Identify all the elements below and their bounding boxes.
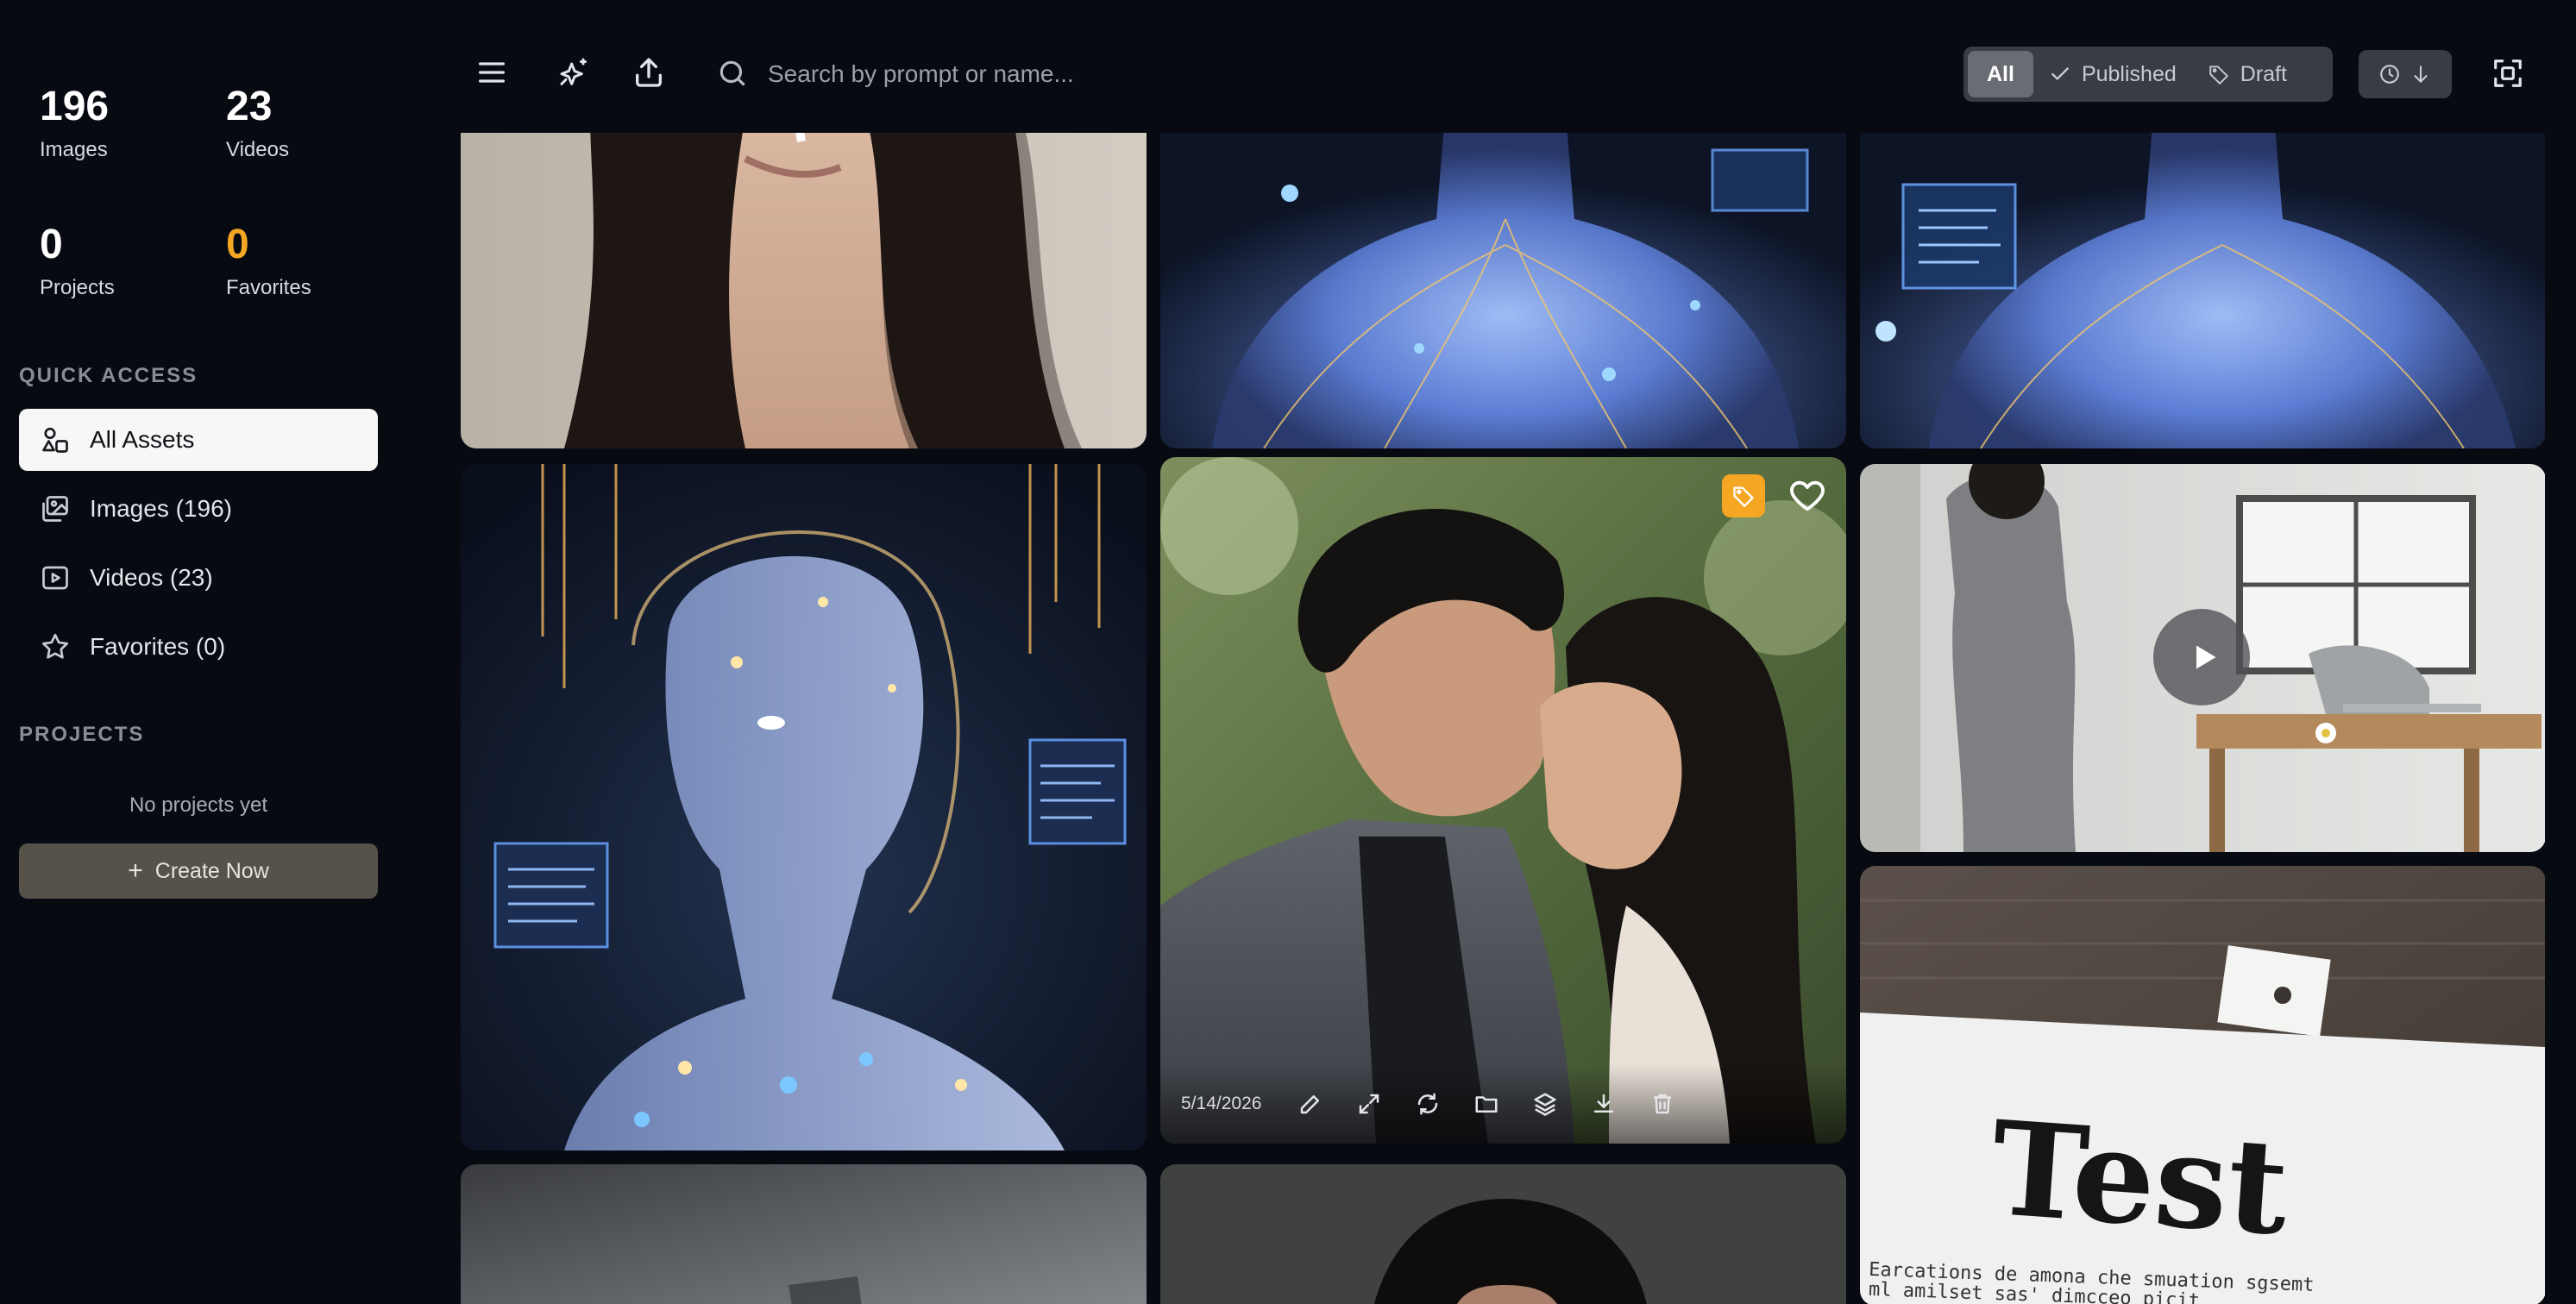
images-icon [40,493,71,524]
svg-text:Test: Test [1987,1093,2293,1265]
upload-icon[interactable] [631,55,666,90]
asset-tile[interactable] [1160,1164,1846,1304]
crystal-woman-image [461,464,1147,1150]
asset-tile[interactable] [461,1164,1147,1304]
folder-icon[interactable] [1473,1091,1499,1117]
trash-icon[interactable] [1649,1091,1675,1117]
stat-favorites-value: 0 [226,222,249,267]
shapes-icon [40,424,71,455]
menu-icon[interactable] [474,55,509,90]
status-filter-group: All Published Draft [1963,47,2333,102]
stat-favorites: 0 Favorites [226,224,311,300]
gray-gradient-image [461,1164,1147,1304]
toolbar: All Published Draft [461,0,2576,133]
check-icon [2049,63,2071,85]
sidebar-item-label: Videos (23) [90,564,213,591]
sidebar-item-all-assets[interactable]: All Assets [19,409,378,471]
heart-icon[interactable] [1787,476,1827,516]
asset-date: 5/14/2026 [1181,1094,1262,1113]
search-input[interactable] [766,50,1477,98]
sidebar-item-label: All Assets [90,426,195,453]
asset-tile-featured[interactable]: 5/14/2026 [1160,457,1846,1144]
filter-draft-label: Draft [2240,61,2287,86]
sidebar-item-videos[interactable]: Videos (23) [19,547,378,609]
fullscreen-icon[interactable] [2491,57,2524,90]
expand-icon[interactable] [1356,1091,1382,1117]
sidebar-item-label: Images (196) [90,495,232,522]
asset-gallery: 5/14/2026 Test Earcations de amona che s… [461,133,2545,1304]
edit-icon[interactable] [1297,1091,1323,1117]
search-icon [716,57,749,90]
stat-images-label: Images [40,138,108,161]
arrow-down-icon [2410,63,2432,85]
video-icon [40,562,71,593]
draft-tag-badge[interactable] [1722,474,1765,517]
star-icon [40,631,71,662]
filter-all-label: All [1987,61,2014,86]
dark-portrait-image [1160,1164,1846,1304]
quick-access-title: QUICK ACCESS [19,364,198,387]
projects-title: PROJECTS [19,723,145,746]
filter-published-label: Published [2081,61,2177,86]
stat-videos-label: Videos [226,138,289,161]
tag-icon [1731,484,1756,508]
asset-tile[interactable] [461,464,1147,1150]
stat-videos: 23 Videos [226,86,289,162]
filter-draft[interactable]: Draft [2192,51,2303,97]
asset-tile[interactable] [1160,133,1846,448]
stat-projects-label: Projects [40,276,115,299]
clock-icon [2378,63,2401,85]
asset-action-bar: 5/14/2026 [1160,1064,1846,1144]
sidebar-item-images[interactable]: Images (196) [19,478,378,540]
sidebar-item-label: Favorites (0) [90,633,226,660]
play-icon [2189,642,2220,673]
create-now-button[interactable]: + Create Now [19,843,378,899]
couple-photo-image [1160,457,1846,1144]
video-tile[interactable] [1860,464,2545,852]
sparkle-generate-icon[interactable] [557,55,592,90]
asset-tile[interactable] [1860,133,2545,448]
filter-published[interactable]: Published [2033,51,2192,97]
sidebar-item-favorites[interactable]: Favorites (0) [19,616,378,678]
download-icon[interactable] [1591,1091,1617,1117]
stat-projects-value: 0 [40,222,63,267]
asset-tile[interactable]: Test Earcations de amona che smuation sg… [1860,866,2545,1304]
sort-button[interactable] [2359,50,2452,98]
plus-icon: + [128,856,143,885]
crystal-figure-image [1860,133,2545,448]
test-paper-image: Test Earcations de amona che smuation sg… [1860,866,2545,1304]
create-now-label: Create Now [154,858,269,883]
asset-tile[interactable] [461,133,1147,448]
stat-images-value: 196 [40,84,110,129]
sidebar: 196 Images 23 Videos 0 Projects 0 Favori… [0,0,397,1304]
portrait-image [461,133,1147,448]
regenerate-icon[interactable] [1415,1091,1441,1117]
stat-projects: 0 Projects [40,224,115,300]
play-button[interactable] [2153,609,2250,705]
filter-all[interactable]: All [1968,51,2033,97]
tag-icon [2208,63,2230,85]
stat-images: 196 Images [40,86,109,162]
stat-videos-value: 23 [226,84,273,129]
layers-icon[interactable] [1532,1091,1558,1117]
crystal-figure-image [1160,133,1846,448]
stat-favorites-label: Favorites [226,276,311,299]
projects-empty-text: No projects yet [129,793,268,817]
